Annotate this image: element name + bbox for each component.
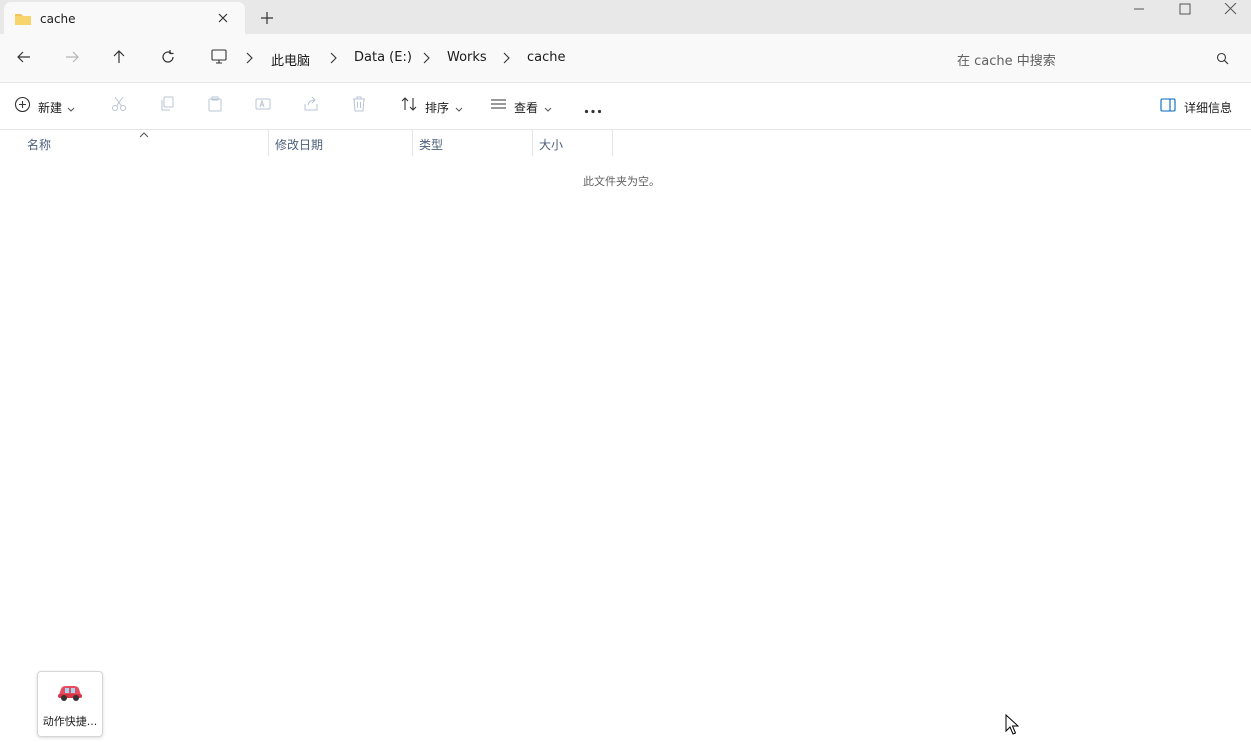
more-options-icon[interactable] <box>584 103 602 118</box>
search-placeholder: 在 cache 中搜索 <box>957 54 1056 69</box>
shortcut-label: 动作快捷... <box>42 715 98 728</box>
close-window-icon[interactable] <box>1223 2 1239 23</box>
column-separator[interactable] <box>412 130 413 156</box>
folder-icon <box>14 11 32 31</box>
sort-ascending-icon <box>139 127 149 142</box>
column-header: 名称 修改日期 类型 大小 <box>0 130 1251 156</box>
minimize-icon[interactable] <box>1131 3 1147 23</box>
details-pane-icon[interactable] <box>1160 98 1176 116</box>
chevron-down-icon[interactable] <box>544 102 552 117</box>
delete-icon[interactable] <box>351 96 367 116</box>
chevron-right-icon[interactable] <box>244 52 254 68</box>
view-icon[interactable] <box>490 96 507 116</box>
chevron-right-icon[interactable] <box>501 52 511 68</box>
rename-icon[interactable] <box>255 96 271 116</box>
chevron-down-icon[interactable] <box>67 102 75 117</box>
mouse-cursor-icon <box>1005 713 1020 740</box>
column-type[interactable]: 类型 <box>419 136 443 153</box>
tab-title: cache <box>40 12 76 26</box>
search-box[interactable]: 在 cache 中搜索 <box>948 40 1243 76</box>
car-icon <box>56 682 84 706</box>
breadcrumb-this-pc[interactable]: 此电脑 <box>271 50 310 69</box>
this-pc-icon[interactable] <box>210 49 228 69</box>
forward-arrow-icon[interactable] <box>64 49 80 69</box>
maximize-icon[interactable] <box>1177 3 1193 23</box>
column-size[interactable]: 大小 <box>539 136 563 153</box>
copy-icon[interactable] <box>159 96 175 116</box>
title-bar: cache <box>0 0 1251 36</box>
navigation-bar: 此电脑 Data (E:) Works cache 在 cache 中搜索 <box>0 34 1251 82</box>
breadcrumb-data-drive[interactable]: Data (E:) <box>354 50 412 65</box>
view-button[interactable]: 查看 <box>514 99 538 116</box>
search-icon[interactable] <box>1216 52 1229 69</box>
breadcrumb-cache[interactable]: cache <box>527 50 566 65</box>
chevron-down-icon[interactable] <box>455 102 463 117</box>
chevron-right-icon[interactable] <box>421 52 431 68</box>
add-circle-icon[interactable] <box>14 96 31 117</box>
cut-icon[interactable] <box>111 96 127 116</box>
chevron-right-icon[interactable] <box>328 52 338 68</box>
empty-folder-message: 此文件夹为空。 <box>583 175 660 188</box>
column-separator[interactable] <box>268 130 269 156</box>
sort-button[interactable]: 排序 <box>425 99 449 116</box>
details-button[interactable]: 详细信息 <box>1184 99 1232 116</box>
action-shortcut-widget[interactable]: 动作快捷... <box>37 671 103 737</box>
new-tab-button[interactable] <box>259 10 275 30</box>
up-arrow-icon[interactable] <box>111 49 127 69</box>
close-icon[interactable] <box>216 11 230 29</box>
command-bar: 新建 排序 查看 详细信息 <box>0 83 1251 130</box>
column-separator[interactable] <box>532 130 533 156</box>
sort-icon[interactable] <box>401 96 418 116</box>
column-separator[interactable] <box>612 130 613 156</box>
share-icon[interactable] <box>303 96 319 116</box>
refresh-icon[interactable] <box>160 49 176 69</box>
back-arrow-icon[interactable] <box>16 49 32 69</box>
column-modified-date[interactable]: 修改日期 <box>275 136 323 153</box>
column-name[interactable]: 名称 <box>27 136 51 153</box>
new-button[interactable]: 新建 <box>38 99 62 116</box>
tab-cache[interactable]: cache <box>4 2 245 36</box>
paste-icon[interactable] <box>207 96 223 116</box>
breadcrumb-works[interactable]: Works <box>447 50 487 65</box>
